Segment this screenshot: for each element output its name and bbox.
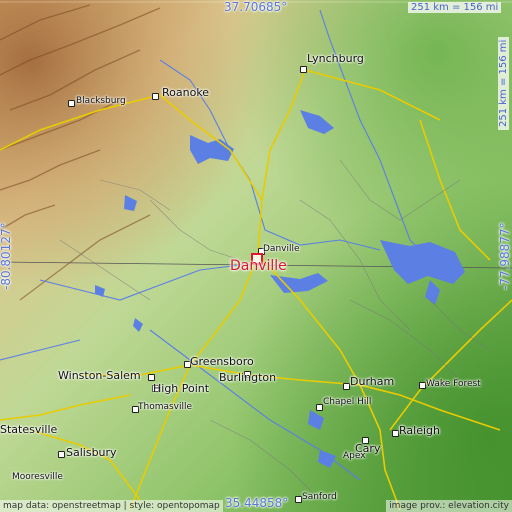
city-label-durham: Durham — [350, 375, 395, 388]
city-label-roanoke: Roanoke — [162, 86, 210, 99]
city-label-mooresville: Mooresville — [12, 472, 63, 482]
city-label-raleigh: Raleigh — [399, 424, 440, 437]
city-label-greensboro: Greensboro — [190, 355, 254, 368]
city-label-winston-salem: Winston-Salem — [58, 369, 141, 382]
city-label-burlington: Burlington — [219, 371, 277, 384]
city-label-high-point: High Point — [153, 382, 210, 395]
blacksburg-marker — [68, 100, 75, 107]
lynchburg-marker — [300, 66, 307, 73]
roanoke-marker — [152, 93, 159, 100]
focus-city-label[interactable]: Danville — [230, 258, 287, 274]
sanford-marker — [295, 496, 302, 503]
city-label-salisbury: Salisbury — [66, 446, 117, 459]
salisbury-marker — [58, 451, 65, 458]
city-label-wake-forest: Wake Forest — [426, 379, 481, 389]
right-longitude-label: -77.98877° — [498, 222, 512, 290]
city-label-thomasville: Thomasville — [138, 402, 193, 412]
winston-salem-marker — [148, 374, 155, 381]
attribution-map-data: map data: openstreetmap | style: opentop… — [0, 500, 223, 512]
durham-marker — [343, 383, 350, 390]
city-label-chapel-hill: Chapel Hill — [323, 397, 372, 407]
scale-bar-top: 251 km = 156 mi — [408, 2, 502, 13]
scale-bar-right: 251 km = 156 mi — [498, 36, 509, 130]
bottom-latitude-label: 35.44858° — [225, 496, 289, 510]
city-label-apex: Apex — [343, 451, 366, 461]
raleigh-marker — [392, 430, 399, 437]
wake-forest-marker — [419, 382, 426, 389]
left-longitude-label: -80.80127° — [0, 222, 13, 290]
chapel-hill-marker — [316, 404, 323, 411]
city-label-danville-small: Danville — [263, 244, 300, 254]
attribution-image-provider: image prov.: elevation.city — [386, 500, 512, 512]
city-label-statesville: Statesville — [0, 423, 58, 436]
city-label-lynchburg: Lynchburg — [307, 52, 364, 65]
terrain-map[interactable]: 37.70685° 35.44858° -80.80127° -77.98877… — [0, 0, 512, 512]
city-label-blacksburg: Blacksburg — [76, 96, 126, 106]
top-latitude-label: 37.70685° — [224, 0, 288, 14]
city-label-sanford: Sanford — [302, 492, 337, 502]
